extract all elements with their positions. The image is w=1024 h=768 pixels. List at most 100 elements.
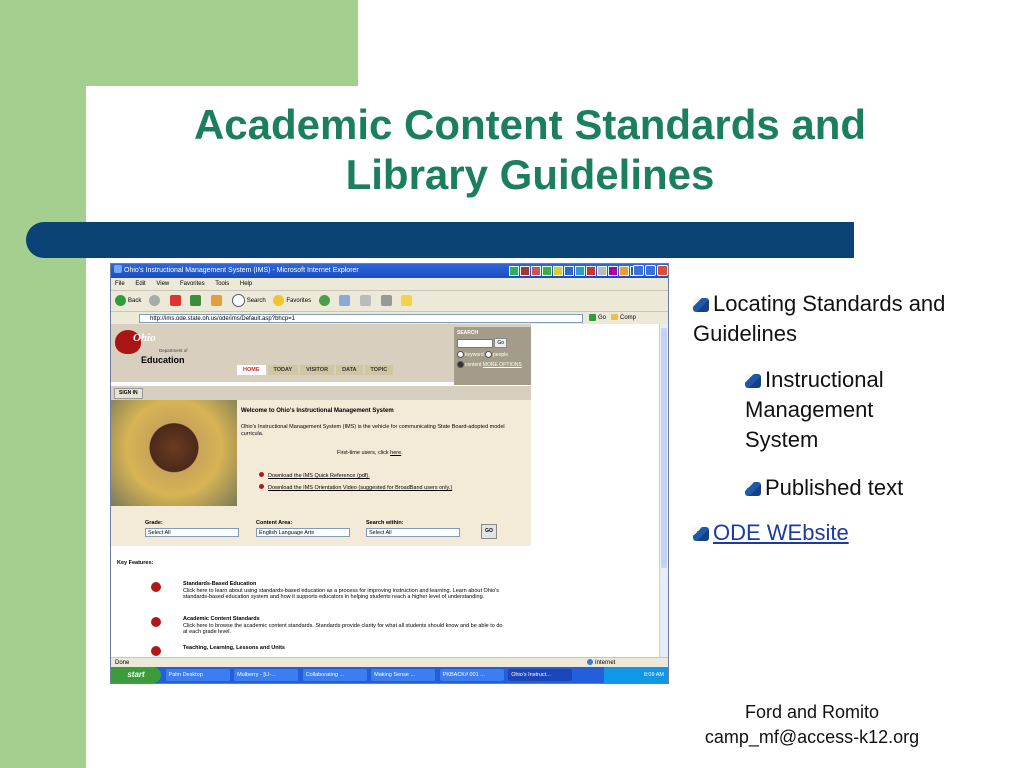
address-input[interactable]: http://ims.ode.state.oh.us/ode/ims/Defau… [139, 314, 583, 323]
ohio-logo-text: Ohio [133, 332, 156, 344]
bullet-icon [259, 484, 264, 489]
favorites-label: Favorites [286, 298, 312, 304]
print-icon [360, 294, 372, 306]
tab-today[interactable]: TODAY [267, 365, 299, 375]
left-green-band [0, 0, 86, 768]
education-text: Education [141, 355, 185, 365]
browser-screenshot: Ohio's Instructional Management System (… [110, 263, 669, 684]
link1-text: Download the IMS Quick Reference (pdf). [268, 473, 370, 479]
welcome-body: Ohio's Instructional Management System (… [241, 424, 505, 437]
welcome-title: Welcome to Ohio's Instructional Manageme… [241, 408, 394, 414]
star-icon [273, 294, 285, 306]
dept-text: Department of [159, 348, 188, 353]
stop-button[interactable] [169, 291, 183, 311]
slide-title: Academic Content Standards and Library G… [120, 100, 940, 200]
search-button[interactable]: Search [231, 291, 266, 311]
print-button[interactable] [360, 291, 373, 311]
mail-button[interactable] [339, 291, 352, 311]
go-arrow-icon [589, 313, 596, 321]
back-label: Back [128, 298, 142, 304]
tab-visitor[interactable]: VISITOR [300, 365, 335, 375]
welcome-panel: Welcome to Ohio's Instructional Manageme… [237, 400, 531, 506]
menu-view[interactable]: View [156, 281, 169, 287]
title-line-2: Library Guidelines [345, 151, 715, 198]
task-collaborating[interactable]: Collaborating ... [302, 668, 367, 681]
vertical-scrollbar[interactable] [659, 324, 668, 657]
ie-window-title: Ohio's Instructional Management System (… [124, 267, 359, 274]
refresh-button[interactable] [190, 291, 203, 311]
menu-favorites[interactable]: Favorites [180, 281, 205, 287]
home-icon [211, 294, 223, 306]
status-done: Done [115, 660, 130, 666]
forward-arrow-icon [149, 294, 161, 306]
sign-in-button[interactable]: SIGN IN [114, 388, 143, 399]
feature-standards-based: Standards-Based Education Click here to … [183, 581, 503, 601]
footer-name: Ford and Romito [744, 702, 880, 722]
forward-button[interactable] [149, 291, 162, 311]
task-making-sense[interactable]: Making Sense ... [371, 668, 436, 681]
quick-reference-link[interactable]: Download the IMS Quick Reference (pdf). [259, 472, 370, 479]
filter-row: Grade: Select All Content Area: English … [111, 506, 531, 546]
feature-3-title[interactable]: Teaching, Learning, Lessons and Units [183, 645, 503, 652]
tab-home[interactable]: HOME [237, 365, 266, 375]
search-within-select[interactable]: Select All [366, 528, 460, 537]
bullet-published-text: Published text [765, 475, 904, 500]
grade-label: Grade: [145, 520, 163, 526]
tab-topic[interactable]: TOPIC [364, 365, 394, 375]
first-time-prefix: First-time users, click [337, 450, 389, 456]
bullet-ode: ODE WEbsite [693, 518, 953, 548]
search-icon [231, 293, 245, 307]
ims-search-box: SEARCH Go keyword people content MORE OP… [454, 327, 531, 385]
bullet-icon [693, 298, 709, 312]
system-tray: 8:09 AM [604, 667, 668, 683]
title-underline-bar [26, 222, 854, 258]
task-palm-desktop[interactable]: Palm Desktop [165, 668, 230, 681]
footer-email: camp_mf@access-k12.org [704, 727, 920, 747]
menu-bar: File Edit View Favorites Tools Help [111, 278, 668, 291]
messenger-button[interactable] [401, 291, 414, 311]
keyword-radio[interactable] [457, 351, 464, 358]
menu-file[interactable]: File [115, 281, 125, 287]
key-features-heading: Key Features: [117, 560, 154, 566]
task-ohio-ims[interactable]: Ohio's Instruct... [508, 668, 573, 681]
footer: Ford and Romito camp_mf@access-k12.org [680, 700, 944, 750]
back-button[interactable]: Back [115, 291, 141, 311]
history-button[interactable] [318, 291, 332, 311]
content-radio[interactable] [457, 361, 464, 368]
filter-go-button[interactable]: GO [481, 524, 497, 539]
people-radio[interactable] [485, 351, 493, 358]
menu-help[interactable]: Help [240, 281, 252, 287]
first-time-link[interactable]: here [390, 450, 401, 456]
menu-tools[interactable]: Tools [215, 281, 229, 287]
ims-search-input[interactable] [457, 338, 493, 348]
ims-search-go-button[interactable]: Go [494, 338, 508, 348]
home-button[interactable] [211, 291, 224, 311]
ie-icon [114, 265, 122, 273]
orientation-video-link[interactable]: Download the IMS Orientation Video (sugg… [259, 484, 452, 491]
minimize-button[interactable] [633, 265, 644, 276]
ie-title-tray [508, 266, 640, 276]
menu-edit[interactable]: Edit [135, 281, 145, 287]
maximize-button[interactable] [645, 265, 656, 276]
close-button[interactable] [657, 265, 668, 276]
apple-icon [151, 582, 161, 592]
ode-website-link[interactable]: ODE WEbsite [713, 520, 849, 545]
apple-icon [151, 646, 161, 656]
windows-taskbar: start Palm Desktop Mulberry - [LI-... Co… [111, 667, 668, 683]
tab-data[interactable]: DATA [336, 365, 363, 375]
folder-icon [611, 314, 618, 321]
signin-row: SIGN IN [111, 386, 531, 400]
task-mulberry[interactable]: Mulberry - [LI-... [234, 668, 299, 681]
edit-button[interactable] [380, 291, 394, 311]
start-button[interactable]: start [111, 667, 161, 683]
ie-title-bar: Ohio's Instructional Management System (… [111, 264, 668, 278]
title-line-1: Academic Content Standards and [193, 101, 867, 148]
mail-icon [339, 294, 351, 306]
more-options-link[interactable]: MORE OPTIONS [483, 362, 522, 368]
scroll-thumb[interactable] [661, 328, 667, 568]
grade-select[interactable]: Select All [145, 528, 239, 537]
stop-icon [169, 294, 181, 306]
favorites-button[interactable]: Favorites [273, 291, 311, 311]
task-pkback[interactable]: PKBACK# 001 ... [439, 668, 504, 681]
content-area-select[interactable]: English Language Arts [256, 528, 350, 537]
